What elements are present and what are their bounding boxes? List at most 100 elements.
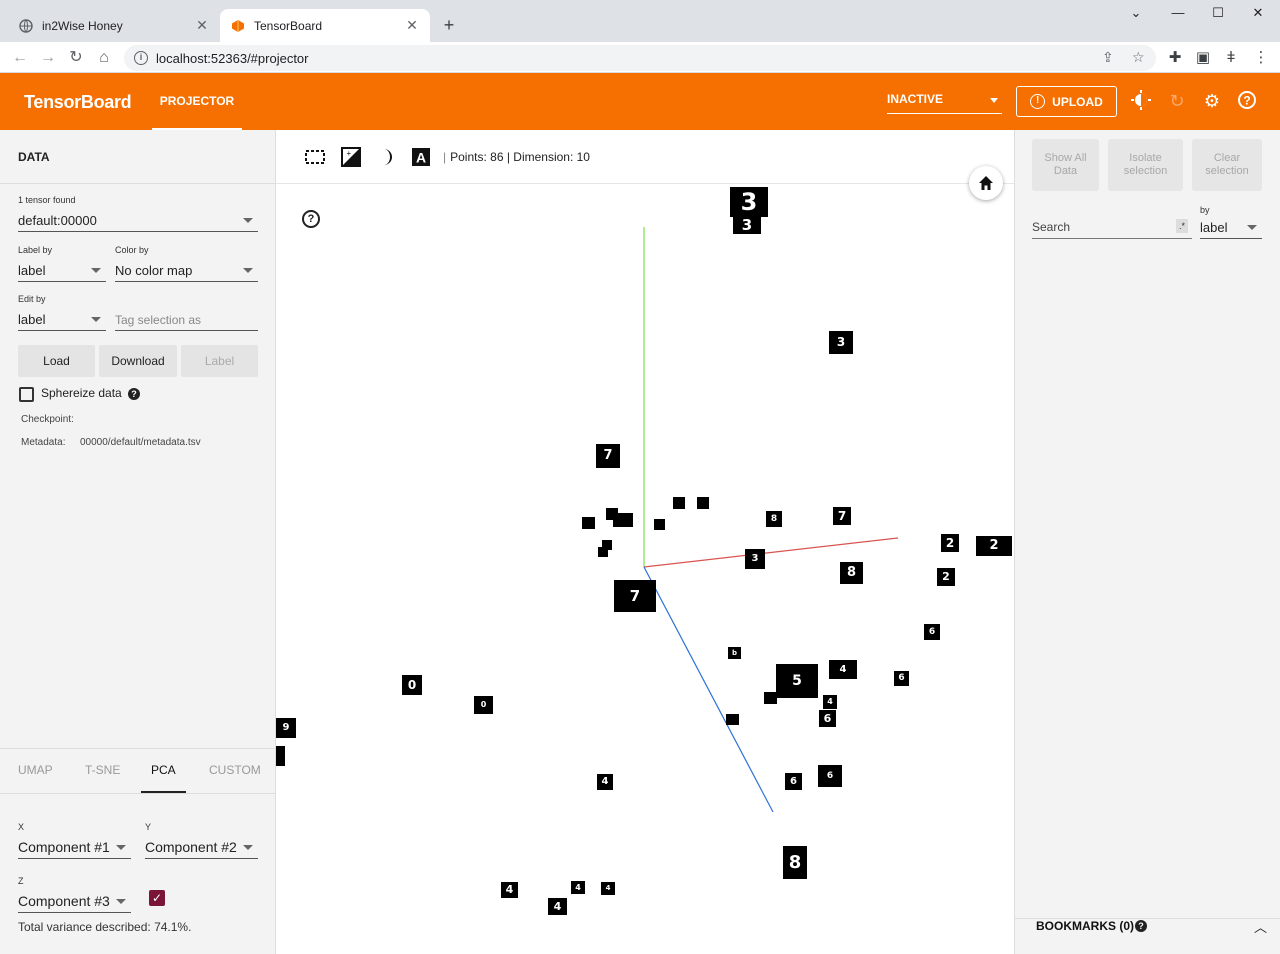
tab-projector[interactable]: PROJECTOR (152, 73, 242, 130)
moon-icon[interactable] (376, 147, 396, 167)
gear-icon[interactable]: ⚙ (1201, 90, 1223, 112)
point-digit-thumbnail[interactable]: 8 (766, 511, 782, 527)
point-digit-thumbnail[interactable] (276, 746, 285, 766)
point-digit-thumbnail[interactable] (582, 517, 595, 529)
point-digit-thumbnail[interactable] (673, 497, 685, 509)
projector-canvas[interactable]: 3 3 3 7 7 8 3 8 2 2 2 6 0 0 7 5 4 6 6 6 … (276, 130, 1014, 954)
help-icon[interactable]: ? (1135, 920, 1147, 932)
y-component-select[interactable]: Y Component #2 (145, 822, 258, 859)
point-digit-thumbnail[interactable]: 9 (276, 718, 296, 738)
point-digit-thumbnail[interactable] (764, 692, 777, 704)
chrome-menu-icon[interactable]: ⋮ (1249, 46, 1273, 70)
point-digit-thumbnail[interactable] (697, 497, 709, 509)
point-digit-thumbnail[interactable]: 0 (474, 696, 493, 714)
point-digit-thumbnail[interactable]: 3 (733, 214, 761, 234)
home-icon[interactable]: ⌂ (92, 46, 116, 70)
tab-tsne[interactable]: T-SNE (85, 763, 120, 777)
isolate-selection-button[interactable]: Isolate selection (1108, 139, 1183, 191)
forward-arrow-icon[interactable]: → (36, 46, 60, 70)
night-mode-contrast-icon[interactable]: + (341, 147, 361, 167)
bounding-box-select-icon[interactable] (305, 147, 325, 167)
point-digit-thumbnail[interactable]: 2 (941, 534, 959, 552)
show-all-data-button[interactable]: Show All Data (1032, 139, 1099, 191)
point-digit-thumbnail[interactable]: 6 (818, 765, 842, 787)
back-arrow-icon[interactable]: ← (8, 46, 32, 70)
search-by-select[interactable]: label (1200, 217, 1262, 239)
close-tab-icon[interactable]: ✕ (404, 17, 420, 34)
clear-selection-button[interactable]: Clear selection (1192, 139, 1262, 191)
point-digit-thumbnail[interactable]: 7 (833, 507, 851, 525)
point-digit-thumbnail[interactable]: 0 (402, 675, 422, 695)
point-digit-thumbnail[interactable] (654, 519, 665, 530)
upload-button[interactable]: ! UPLOAD (1016, 86, 1117, 117)
edit-by-select[interactable]: Edit by label (18, 294, 106, 331)
site-info-icon[interactable]: i (134, 51, 148, 65)
label-button[interactable]: Label (181, 345, 258, 377)
close-window-button[interactable]: ✕ (1238, 0, 1278, 28)
close-tab-icon[interactable]: ✕ (194, 17, 210, 34)
point-digit-thumbnail[interactable]: 3 (745, 549, 765, 569)
chevron-up-icon[interactable]: ︿ (1254, 917, 1267, 936)
tab-search-icon[interactable]: ⌄ (1116, 0, 1156, 28)
reset-view-home-button[interactable] (969, 166, 1003, 200)
point-digit-thumbnail[interactable]: 2 (937, 568, 955, 586)
point-digit-thumbnail[interactable]: 4 (501, 882, 518, 898)
refresh-icon[interactable]: ↻ (1166, 90, 1188, 112)
point-digit-thumbnail[interactable]: 4 (548, 898, 567, 915)
point-digit-thumbnail[interactable]: 6 (819, 710, 836, 727)
point-digit-thumbnail[interactable]: 8 (840, 562, 863, 584)
point-digit-thumbnail[interactable]: 4 (601, 882, 615, 895)
point-digit-thumbnail[interactable]: 8 (783, 846, 807, 879)
point-digit-thumbnail[interactable] (602, 540, 612, 550)
brightness-icon[interactable] (1130, 90, 1152, 112)
point-digit-thumbnail[interactable]: 5 (776, 664, 818, 698)
point-digit-thumbnail[interactable]: 3 (730, 187, 768, 217)
url-input[interactable]: i localhost:52363/#projector ⇪ ☆ (124, 45, 1156, 71)
x-component-select[interactable]: X Component #1 (18, 822, 131, 859)
point-digit-thumbnail[interactable]: 7 (614, 580, 656, 612)
minimize-button[interactable]: — (1158, 0, 1198, 28)
profile-avatar-icon[interactable]: ǂ (1219, 46, 1243, 70)
tab-umap[interactable]: UMAP (18, 763, 53, 777)
bookmarks-header[interactable]: BOOKMARKS (0) (1036, 919, 1134, 933)
tag-selection-input[interactable]: Tag selection as (115, 309, 258, 331)
tensor-select[interactable]: 1 tensor found default:00000 (18, 195, 258, 232)
labels-toggle-icon[interactable]: A (411, 147, 431, 167)
z-component-select[interactable]: Z Component #3 (18, 876, 131, 913)
point-digit-thumbnail[interactable]: 4 (823, 695, 837, 709)
point-digit-thumbnail[interactable]: 2 (976, 536, 1012, 556)
bookmark-star-icon[interactable]: ☆ (1132, 49, 1145, 66)
point-digit-thumbnail[interactable]: 4 (597, 774, 613, 790)
help-icon[interactable]: ? (1236, 90, 1258, 112)
label-by-select[interactable]: Label by label (18, 245, 106, 282)
point-digit-thumbnail[interactable]: 7 (596, 444, 620, 468)
point-digit-thumbnail[interactable]: b (728, 647, 741, 659)
point-digit-thumbnail[interactable] (726, 714, 739, 725)
side-panel-icon[interactable]: ▣ (1191, 46, 1215, 70)
tab-custom[interactable]: CUSTOM (209, 763, 261, 777)
point-digit-thumbnail[interactable] (613, 513, 633, 527)
regex-toggle[interactable]: .* (1176, 219, 1188, 233)
point-digit-thumbnail[interactable]: 3 (829, 331, 853, 354)
sphereize-checkbox[interactable] (19, 387, 34, 402)
download-button[interactable]: Download (99, 345, 177, 377)
help-icon[interactable]: ? (302, 210, 320, 228)
load-button[interactable]: Load (18, 345, 95, 377)
share-icon[interactable]: ⇪ (1102, 49, 1114, 66)
point-digit-thumbnail[interactable]: 4 (829, 660, 857, 679)
point-digit-thumbnail[interactable]: 6 (924, 624, 940, 640)
point-digit-thumbnail[interactable]: 6 (785, 773, 802, 790)
z-enabled-checkbox[interactable]: ✓ (149, 890, 165, 906)
point-digit-thumbnail[interactable]: 6 (894, 671, 909, 686)
browser-tab-in2wise[interactable]: in2Wise Honey ✕ (8, 9, 220, 42)
search-input[interactable]: Search .* (1032, 217, 1192, 239)
help-icon[interactable]: ? (128, 388, 140, 400)
maximize-button[interactable]: ☐ (1198, 0, 1238, 28)
extensions-puzzle-icon[interactable]: ✚ (1163, 46, 1187, 70)
new-tab-button[interactable]: + (438, 15, 460, 37)
inactive-plugins-dropdown[interactable]: INACTIVE (887, 92, 1002, 114)
reload-icon[interactable]: ↻ (64, 46, 88, 70)
point-digit-thumbnail[interactable]: 4 (571, 881, 585, 894)
color-by-select[interactable]: Color by No color map (115, 245, 258, 282)
tab-pca[interactable]: PCA (151, 763, 176, 777)
